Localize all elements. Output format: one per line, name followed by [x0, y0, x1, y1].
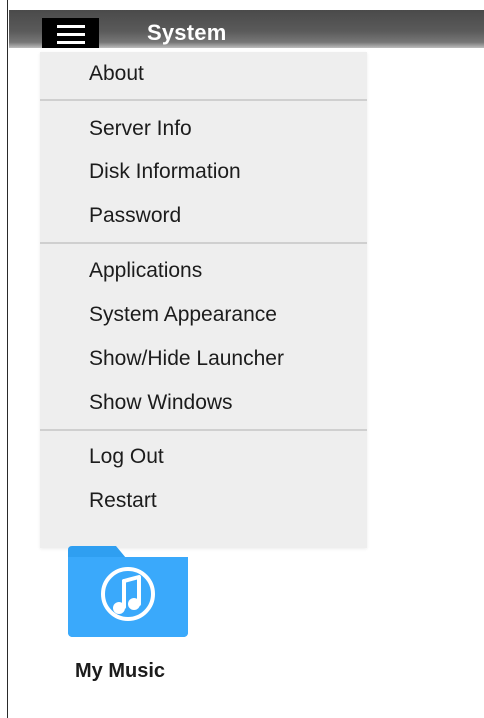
my-music-folder-icon[interactable]	[68, 546, 188, 637]
app-title: System	[147, 20, 227, 45]
menu-item-password[interactable]: Password	[89, 204, 181, 228]
desktop-icon-label: My Music	[75, 660, 166, 682]
menu-item-show-hide-launcher[interactable]: Show/Hide Launcher	[89, 347, 284, 371]
left-edge	[0, 0, 8, 718]
menu-item-disk-information[interactable]: Disk Information	[89, 160, 241, 184]
menu-item-show-windows[interactable]: Show Windows	[89, 391, 233, 415]
screen: System About Server Info Disk Informatio…	[0, 0, 484, 718]
menu-item-restart[interactable]: Restart	[89, 489, 157, 513]
menu-item-server-info[interactable]: Server Info	[89, 117, 192, 141]
music-folder-icon	[68, 546, 188, 637]
menu-divider	[40, 429, 367, 431]
menu-item-system-appearance[interactable]: System Appearance	[89, 303, 277, 327]
hamburger-icon	[57, 25, 85, 45]
menu-item-about[interactable]: About	[89, 62, 144, 86]
menu-item-applications[interactable]: Applications	[89, 259, 202, 283]
menu-button[interactable]	[42, 18, 99, 48]
menu-divider	[40, 242, 367, 244]
menu-divider	[40, 99, 367, 101]
system-menu: About Server Info Disk Information Passw…	[40, 52, 367, 548]
menu-item-log-out[interactable]: Log Out	[89, 445, 164, 469]
